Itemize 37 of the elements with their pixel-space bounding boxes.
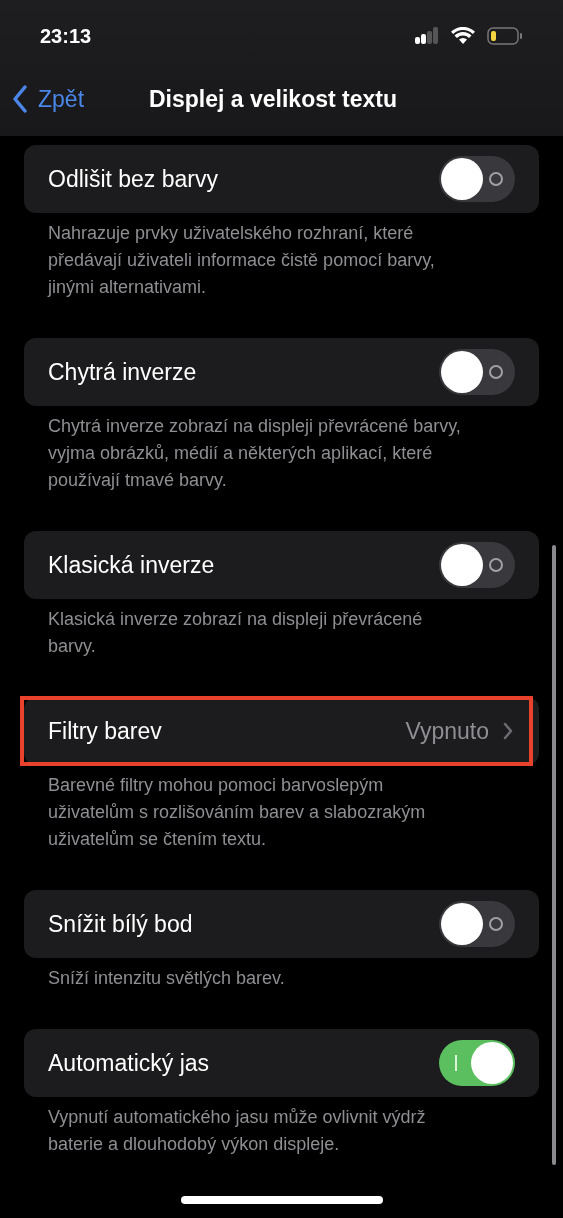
toggle-switch[interactable] [439,349,515,395]
signal-icon [415,27,439,45]
back-button[interactable]: Zpět [12,81,85,117]
row-label: Snížit bílý bod [48,909,193,939]
row-label: Filtry barev [48,716,162,746]
section-footer: Vypnutí automatického jasu může ovlivnit výdrž baterie a dlouhodobý výkon displeje. [24,1097,539,1158]
off-indicator-icon [489,558,503,572]
toggle-knob [441,351,483,393]
status-time: 23:13 [40,24,92,49]
page-title: Displej a velikost textu [149,84,397,114]
settings-row[interactable]: Filtry barev Vypnuto [24,697,539,765]
row-label: Chytrá inverze [48,357,197,387]
toggle-switch[interactable] [439,1040,515,1086]
toggle-knob [471,1042,513,1084]
section-footer: Sníží intenzitu světlých barev. [24,958,539,992]
chevron-left-icon [12,85,28,113]
section-footer: Barevné filtry mohou pomoci barvoslepým uživatelům s rozlišováním barev a slabozrakým uživatelům se čtením textu. [24,765,539,853]
toggle-knob [441,158,483,200]
battery-icon [487,27,523,45]
section-footer: Nahrazuje prvky uživatelského rozhraní, které předávají uživateli informace čistě pomocí barvy, jinými alternativami. [24,213,539,301]
toggle-switch[interactable] [439,542,515,588]
off-indicator-icon [489,172,503,186]
toggle-knob [441,903,483,945]
row-value: Vypnuto [405,716,489,746]
row-label: Klasická inverze [48,550,215,580]
row-label: Automatický jas [48,1048,210,1078]
row-label: Odlišit bez barvy [48,164,218,194]
toggle-switch[interactable] [439,901,515,947]
section-footer: Klasická inverze zobrazí na displeji převrácené barvy. [24,599,539,660]
off-indicator-icon [489,917,503,931]
toggle-knob [441,544,483,586]
off-indicator-icon [489,365,503,379]
wifi-icon [451,27,475,45]
toggle-switch[interactable] [439,156,515,202]
on-indicator-icon [455,1055,457,1071]
section-footer: Chytrá inverze zobrazí na displeji převrácené barvy, vyjma obrázků, médií a některých aplikací, které používají tmavé barvy. [24,406,539,494]
chevron-right-icon [503,722,513,740]
